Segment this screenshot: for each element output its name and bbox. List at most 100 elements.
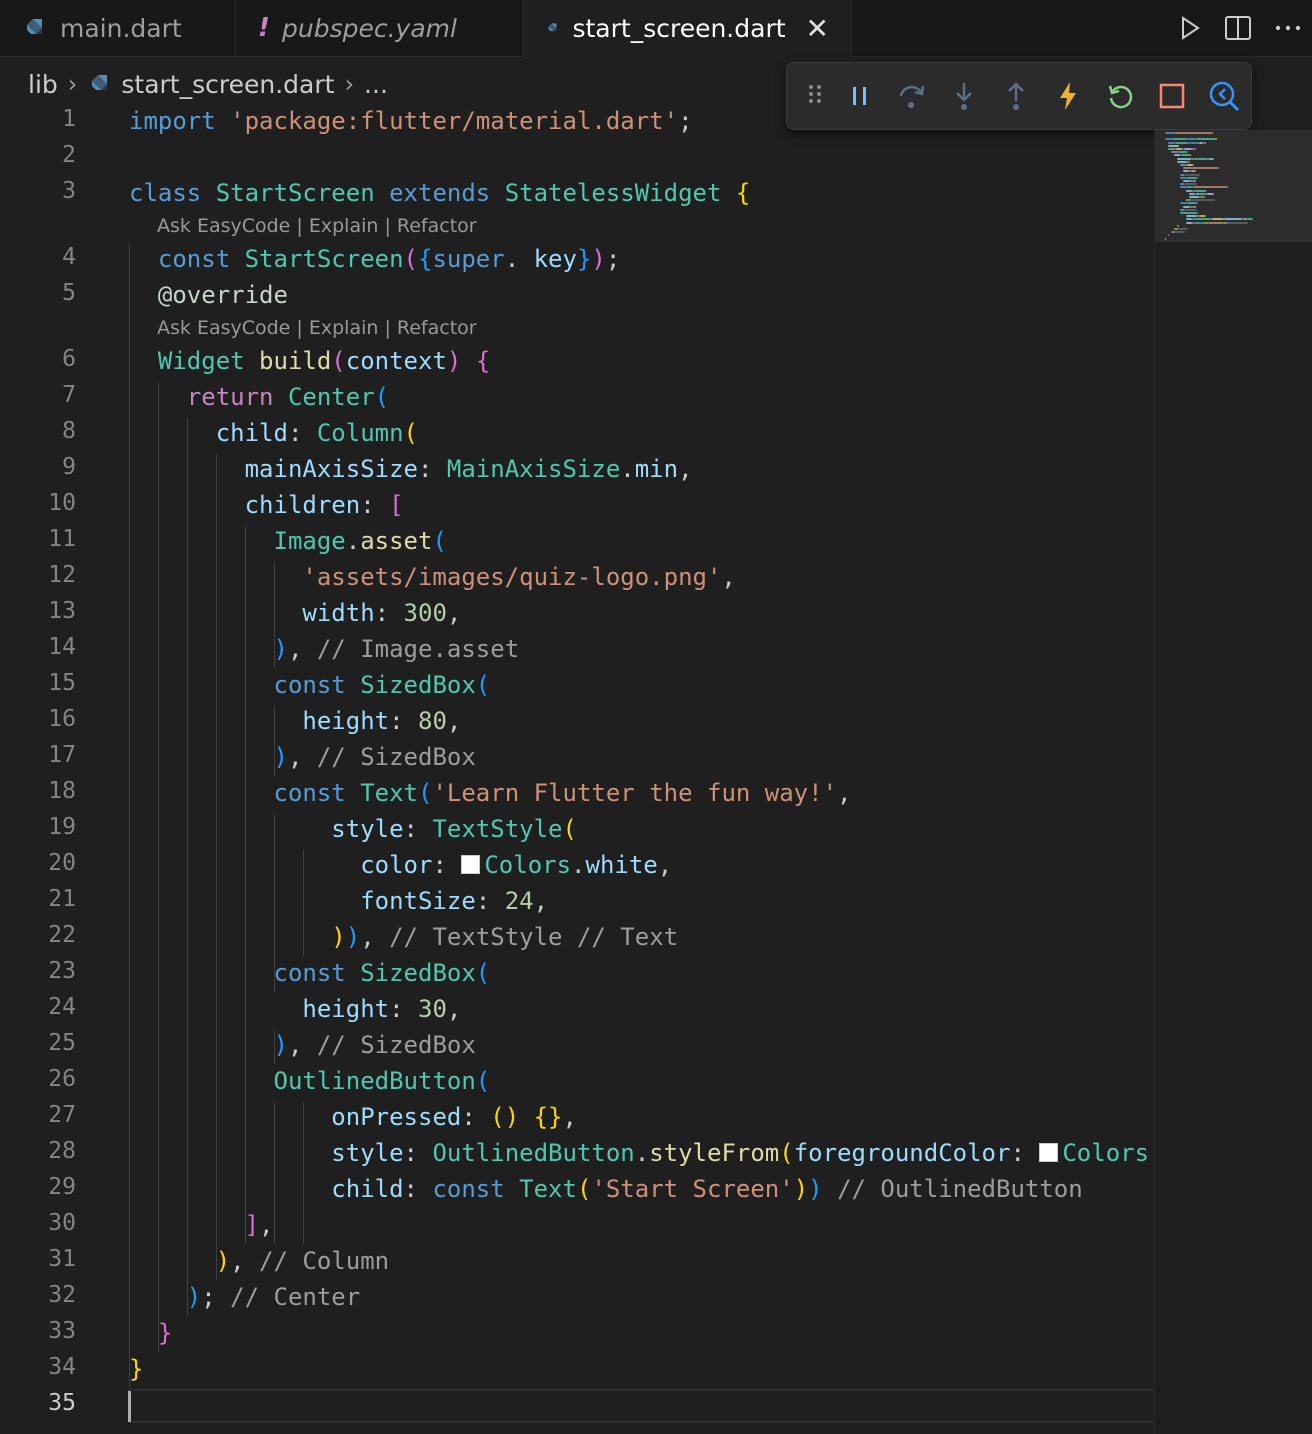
line-number: 15: [48, 670, 76, 696]
code-token: ,: [562, 1103, 577, 1131]
stop-icon[interactable]: [1155, 79, 1189, 113]
code-token: ): [446, 347, 462, 375]
code-token: .: [345, 527, 361, 555]
code-token: OutlinedButton: [273, 1067, 476, 1095]
code-line[interactable]: ), // SizedBox: [274, 1031, 476, 1059]
code-line[interactable]: ), // Image.asset: [274, 635, 520, 663]
minimap-line: [1168, 148, 1177, 150]
code-token: height: [302, 995, 390, 1023]
hot-reload-icon[interactable]: [1051, 79, 1085, 113]
code-token: ,: [446, 707, 462, 735]
line-number: 4: [62, 244, 76, 270]
code-token: Text: [519, 1175, 577, 1203]
code-line[interactable]: onPressed: () {},: [331, 1103, 577, 1131]
code-line[interactable]: return Center(: [187, 383, 389, 411]
restart-icon[interactable]: [1103, 79, 1137, 113]
code-line[interactable]: fontSize: 24,: [360, 887, 548, 915]
code-line[interactable]: ); // Center: [187, 1283, 360, 1311]
breadcrumb-file[interactable]: start_screen.dart: [121, 70, 334, 99]
line-number: 7: [62, 382, 76, 408]
code-line[interactable]: mainAxisSize: MainAxisSize.min,: [245, 455, 693, 483]
code-token: // Image.asset: [316, 635, 520, 663]
code-line[interactable]: const Text('Learn Flutter the fun way!',: [274, 779, 852, 807]
code-line[interactable]: ), // Column: [216, 1247, 389, 1275]
step-over-icon[interactable]: [895, 79, 929, 113]
code-line[interactable]: import 'package:flutter/material.dart';: [129, 107, 693, 135]
code-line[interactable]: const SizedBox(: [274, 671, 491, 699]
code-line[interactable]: style: TextStyle(: [331, 815, 577, 843]
codelens-actions[interactable]: Ask EasyCode | Explain | Refactor: [157, 317, 477, 339]
close-tab-icon[interactable]: ✕: [806, 12, 829, 45]
code-line[interactable]: width: 300,: [302, 599, 461, 627]
breadcrumb-folder[interactable]: lib: [28, 70, 58, 99]
code-line[interactable]: Image.asset(: [274, 527, 447, 555]
minimap-line: [1168, 141, 1176, 144]
code-line[interactable]: ), // SizedBox: [274, 743, 476, 771]
tab-main-dart[interactable]: main.dart: [0, 0, 236, 56]
minimap-line: [1228, 221, 1249, 224]
step-into-icon[interactable]: [947, 79, 981, 113]
code-line[interactable]: child: const Text('Start Screen')) // Ou…: [331, 1175, 1082, 1203]
minimap-line: [1190, 199, 1215, 202]
code-line[interactable]: class StartScreen extends StatelessWidge…: [129, 179, 750, 207]
code-line[interactable]: child: Column(: [216, 419, 418, 447]
more-actions-icon[interactable]: [1274, 24, 1302, 32]
minimap-line: [1195, 205, 1197, 208]
line-number: 33: [48, 1318, 76, 1344]
code-line[interactable]: const SizedBox(: [274, 959, 491, 987]
color-swatch-icon[interactable]: [1039, 1143, 1059, 1162]
code-token: SizedBox: [360, 671, 476, 699]
step-out-icon[interactable]: [999, 79, 1033, 113]
code-line[interactable]: }: [129, 1355, 143, 1383]
split-editor-icon[interactable]: [1224, 14, 1252, 42]
code-token: (: [475, 1067, 491, 1095]
indent-guide: [303, 850, 304, 956]
pause-icon[interactable]: [843, 79, 877, 113]
code-line[interactable]: OutlinedButton(: [274, 1067, 491, 1095]
code-token: StartScreen: [215, 179, 390, 207]
code-line[interactable]: const StartScreen({super. key});: [158, 245, 620, 273]
minimap-line: [1186, 151, 1188, 154]
code-token: 300: [403, 599, 447, 627]
codelens-actions[interactable]: Ask EasyCode | Explain | Refactor: [157, 215, 477, 237]
devtools-inspector-icon[interactable]: [1207, 79, 1241, 113]
code-token: 'Start Screen': [591, 1175, 794, 1203]
code-token: ,: [287, 635, 317, 663]
code-line[interactable]: )), // TextStyle // Text: [331, 923, 678, 951]
code-line[interactable]: ],: [245, 1211, 274, 1239]
code-line[interactable]: color: Colors.white,: [360, 851, 672, 879]
line-number: 27: [48, 1102, 76, 1128]
code-token: ;: [201, 1283, 231, 1311]
minimap-line: [1189, 196, 1199, 198]
tab-pubspec-yaml[interactable]: ! pubspec.yaml: [236, 0, 524, 56]
minimap-line: [1194, 148, 1196, 150]
code-token: ,: [678, 455, 693, 483]
code-token: import: [129, 107, 216, 135]
code-line[interactable]: 'assets/images/quiz-logo.png',: [302, 563, 735, 591]
tab-start-screen-dart[interactable]: start_screen.dart ✕: [524, 0, 852, 57]
code-token: white: [585, 851, 658, 879]
code-token: .: [620, 455, 635, 483]
code-line[interactable]: height: 80,: [302, 707, 461, 735]
code-token: // OutlinedButton: [837, 1175, 1083, 1203]
run-icon[interactable]: [1178, 15, 1202, 41]
code-token: // Column: [259, 1247, 390, 1275]
breadcrumb-symbols[interactable]: ...: [364, 70, 388, 99]
code-token: const: [432, 1175, 520, 1203]
minimap-line: [1213, 192, 1215, 195]
code-line[interactable]: height: 30,: [302, 995, 461, 1023]
drag-handle-icon[interactable]: [805, 79, 825, 113]
code-token: {: [475, 347, 491, 375]
minimap-line: [1183, 180, 1191, 182]
minimap-line: [1175, 141, 1189, 144]
minimap[interactable]: [1154, 130, 1312, 1434]
code-token: :: [287, 419, 317, 447]
code-line[interactable]: }: [158, 1319, 172, 1347]
code-line[interactable]: @override: [158, 281, 288, 309]
color-swatch-icon[interactable]: [461, 855, 481, 874]
code-token: // Center: [230, 1283, 361, 1311]
code-line[interactable]: style: OutlinedButton.styleFrom(foregrou…: [331, 1139, 1149, 1167]
dart-icon: [548, 23, 557, 32]
code-line[interactable]: children: [: [245, 491, 404, 519]
code-line[interactable]: Widget build(context) {: [158, 347, 490, 375]
